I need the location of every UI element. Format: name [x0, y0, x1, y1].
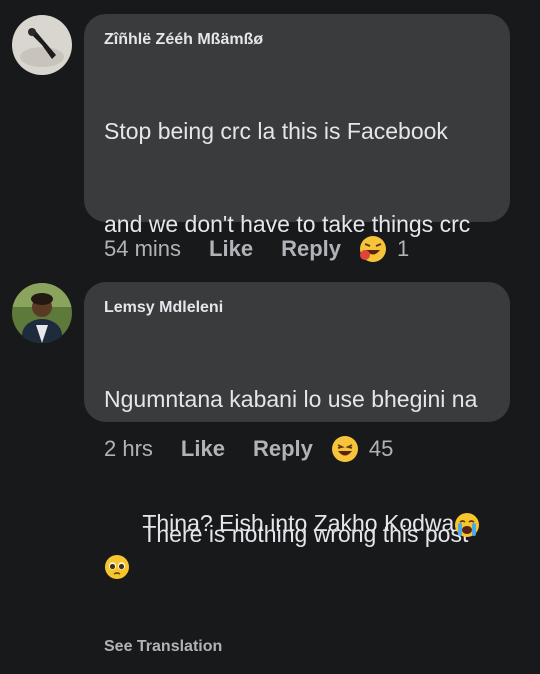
haha-angry-reaction-icon[interactable] — [359, 235, 387, 263]
comment-text-line: Stop being crc la this is Facebook — [104, 118, 448, 144]
crying-face-emoji-icon — [455, 512, 480, 537]
avatar[interactable] — [12, 15, 72, 75]
comment-author[interactable]: Zîñhlë Zééh Mßämßø — [104, 30, 490, 50]
comment-text-line: Thina? Eish into Zakho Kodwa — [142, 510, 455, 536]
haha-reaction-icon[interactable] — [331, 435, 359, 463]
comment-actions: 54 mins Like Reply 1 — [104, 234, 409, 264]
comment-timestamp[interactable]: 2 hrs — [104, 436, 153, 462]
comment-author[interactable]: Lemsy Mdleleni — [104, 298, 490, 318]
comment-text-line: Ngumntana kabani lo use bhegini na — [104, 386, 478, 412]
reply-button[interactable]: Reply — [253, 436, 313, 462]
comment-bubble: Lemsy Mdleleni Ngumntana kabani lo use b… — [84, 282, 510, 655]
avatar[interactable] — [12, 283, 72, 343]
comment-timestamp[interactable]: 54 mins — [104, 236, 181, 262]
comment-bubble: Zîñhlë Zééh Mßämßø Stop being crc la thi… — [84, 14, 510, 579]
comment-actions: 2 hrs Like Reply 45 — [104, 434, 393, 464]
like-button[interactable]: Like — [209, 236, 253, 262]
reply-button[interactable]: Reply — [281, 236, 341, 262]
reaction-count[interactable]: 1 — [397, 236, 409, 262]
see-translation-link[interactable]: See Translation — [104, 638, 490, 656]
like-button[interactable]: Like — [181, 436, 225, 462]
reaction-count[interactable]: 45 — [369, 436, 393, 462]
